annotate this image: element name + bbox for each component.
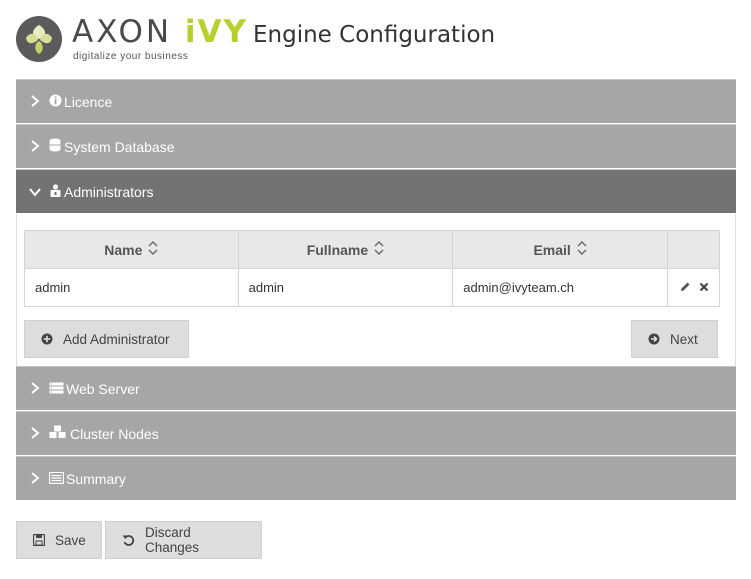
header: AXON iVY digitalize your business Engine…: [0, 0, 751, 78]
delete-x-icon[interactable]: [699, 280, 709, 295]
section-licence-header[interactable]: Licence: [16, 79, 736, 124]
edit-pencil-icon[interactable]: [680, 280, 691, 295]
undo-icon: [122, 534, 135, 547]
brand-tagline: digitalize your business: [73, 51, 189, 62]
discard-changes-label: Discard Changes: [145, 525, 200, 555]
database-icon: [48, 138, 62, 155]
section-web-server-label: Web Server: [66, 380, 140, 397]
plus-circle-icon: [41, 333, 53, 345]
cell-email: admin@ivyteam.ch: [452, 268, 669, 307]
section-administrators-header[interactable]: Administrators: [16, 169, 736, 214]
save-label: Save: [55, 532, 86, 548]
brand-name: AXON iVY: [72, 14, 248, 50]
brand-name-axon: AXON: [72, 14, 173, 50]
cell-fullname: admin: [237, 268, 454, 307]
administrators-panel: Name Fullname Email admin admin admin@iv…: [16, 214, 736, 366]
floppy-disk-icon: [33, 534, 45, 546]
add-administrator-button[interactable]: Add Administrator: [24, 320, 189, 358]
server-icon: [48, 381, 64, 397]
page-title: Engine Configuration: [253, 22, 496, 48]
arrow-circle-right-icon: [648, 333, 660, 345]
section-cluster-nodes-label: Cluster Nodes: [70, 425, 159, 442]
discard-changes-button[interactable]: Discard Changes: [105, 521, 262, 559]
cell-actions: [667, 268, 720, 307]
list-icon: [48, 471, 64, 487]
section-web-server-header[interactable]: Web Server: [16, 366, 736, 411]
sort-icon: [374, 241, 384, 258]
column-header-fullname[interactable]: Fullname: [237, 230, 454, 269]
next-button[interactable]: Next: [631, 320, 718, 358]
chevron-right-icon: [28, 94, 42, 110]
column-header-name-label: Name: [104, 242, 143, 258]
section-licence-label: Licence: [64, 93, 113, 110]
section-system-database-label: System Database: [64, 138, 175, 155]
section-cluster-nodes-header[interactable]: Cluster Nodes: [16, 411, 736, 456]
sort-icon: [577, 241, 587, 258]
column-header-name[interactable]: Name: [24, 230, 239, 269]
brand-name-ivy: iVY: [184, 14, 248, 50]
user-lock-icon: [48, 183, 62, 200]
chevron-down-icon: [28, 184, 42, 200]
section-summary-header[interactable]: Summary: [16, 456, 736, 501]
chevron-right-icon: [28, 471, 42, 487]
chevron-right-icon: [28, 426, 42, 442]
column-header-fullname-label: Fullname: [306, 242, 369, 258]
chevron-right-icon: [28, 139, 42, 155]
info-circle-icon: [48, 94, 62, 110]
save-button[interactable]: Save: [16, 521, 102, 559]
column-header-email[interactable]: Email: [452, 230, 669, 269]
section-administrators-label: Administrators: [64, 183, 154, 200]
column-header-email-label: Email: [533, 242, 571, 258]
chevron-right-icon: [28, 381, 42, 397]
axon-ivy-logo-icon: [16, 16, 62, 62]
config-accordion: Licence System Database Administrators N…: [16, 79, 736, 501]
next-label: Next: [670, 331, 698, 347]
column-header-actions: [667, 230, 720, 269]
add-administrator-label: Add Administrator: [63, 331, 170, 347]
table-row: admin admin admin@ivyteam.ch: [24, 268, 720, 307]
administrators-table: Name Fullname Email admin admin admin@iv…: [24, 230, 720, 307]
section-summary-label: Summary: [66, 470, 126, 487]
sort-icon: [148, 241, 158, 258]
section-system-database-header[interactable]: System Database: [16, 124, 736, 169]
cubes-icon: [48, 425, 66, 442]
cell-name: admin: [24, 268, 239, 307]
